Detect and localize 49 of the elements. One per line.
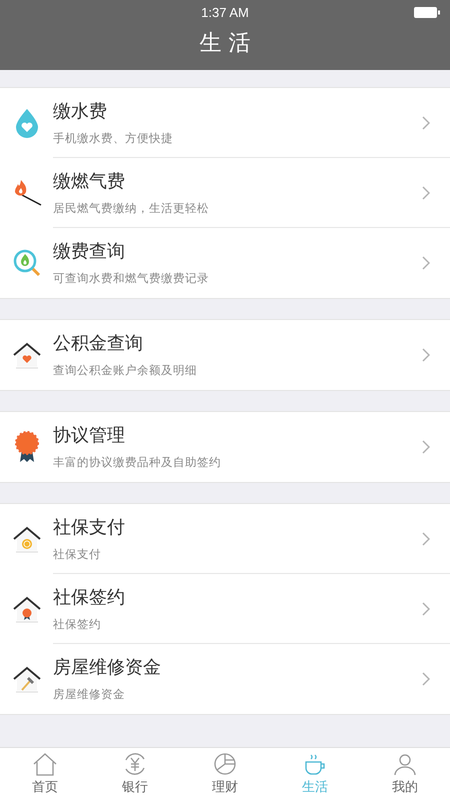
house-icon xyxy=(12,340,42,370)
list-item[interactable]: 社保签约 社保签约 xyxy=(0,574,450,644)
item-subtitle: 社保签约 xyxy=(53,616,102,630)
tab[interactable]: 银行 xyxy=(90,748,180,800)
item-subtitle: 丰富的协议缴费品种及自助签约 xyxy=(53,455,222,469)
home-icon xyxy=(32,752,58,776)
item-title: 缴费查询 xyxy=(53,241,126,263)
list-item[interactable]: 社保支付 社保支付 xyxy=(0,504,450,574)
item-title: 社保支付 xyxy=(53,516,126,538)
rosette-icon xyxy=(14,431,40,463)
pie-chart-icon xyxy=(212,752,238,776)
item-title: 房屋维修资金 xyxy=(53,657,162,679)
item-title: 公积金查询 xyxy=(53,333,144,355)
list-item[interactable]: 房屋维修资金 房屋维修资金 xyxy=(0,644,450,714)
chevron-icon xyxy=(422,186,430,200)
magnifier-flame-icon xyxy=(12,248,42,278)
chevron-icon xyxy=(422,440,430,454)
item-subtitle: 查询公积金账户余额及明细 xyxy=(53,363,198,377)
house-icon xyxy=(12,664,42,694)
item-subtitle: 手机缴水费、方便快捷 xyxy=(53,130,174,144)
list-item[interactable]: 协议管理 丰富的协议缴费品种及自助签约 xyxy=(0,412,450,482)
chevron-icon xyxy=(422,532,430,546)
chevron-icon xyxy=(422,256,430,270)
list-item[interactable]: 缴费查询 可查询水费和燃气费缴费记录 xyxy=(0,228,450,298)
tab[interactable]: 首页 xyxy=(0,748,90,800)
battery-icon xyxy=(414,7,440,18)
list-item[interactable]: 缴水费 手机缴水费、方便快捷 xyxy=(0,88,450,158)
list-item[interactable]: 公积金查询 查询公积金账户余额及明细 xyxy=(0,320,450,390)
page-title: 生 活 xyxy=(198,30,252,58)
house-icon xyxy=(12,594,42,624)
item-subtitle: 可查询水费和燃气费缴费记录 xyxy=(53,271,210,285)
item-title: 协议管理 xyxy=(53,425,126,447)
item-title: 缴燃气费 xyxy=(53,170,126,192)
chevron-icon xyxy=(422,116,430,130)
list-item[interactable]: 缴燃气费 居民燃气费缴纳，生活更轻松 xyxy=(0,158,450,228)
item-title: 缴水费 xyxy=(53,100,108,122)
tab[interactable]: 理财 xyxy=(180,748,270,800)
item-subtitle: 房屋维修资金 xyxy=(53,687,126,701)
person-icon xyxy=(392,752,418,776)
item-title: 社保签约 xyxy=(53,586,126,608)
item-subtitle: 居民燃气费缴纳，生活更轻松 xyxy=(53,200,210,214)
chevron-icon xyxy=(422,348,430,362)
house-icon xyxy=(12,524,42,554)
chevron-icon xyxy=(422,672,430,686)
water-drop-icon xyxy=(14,108,40,138)
chevron-icon xyxy=(422,602,430,616)
tab[interactable]: 我的 xyxy=(360,748,450,800)
item-subtitle: 社保支付 xyxy=(53,546,102,560)
status-time: 1:37 AM xyxy=(201,4,249,20)
